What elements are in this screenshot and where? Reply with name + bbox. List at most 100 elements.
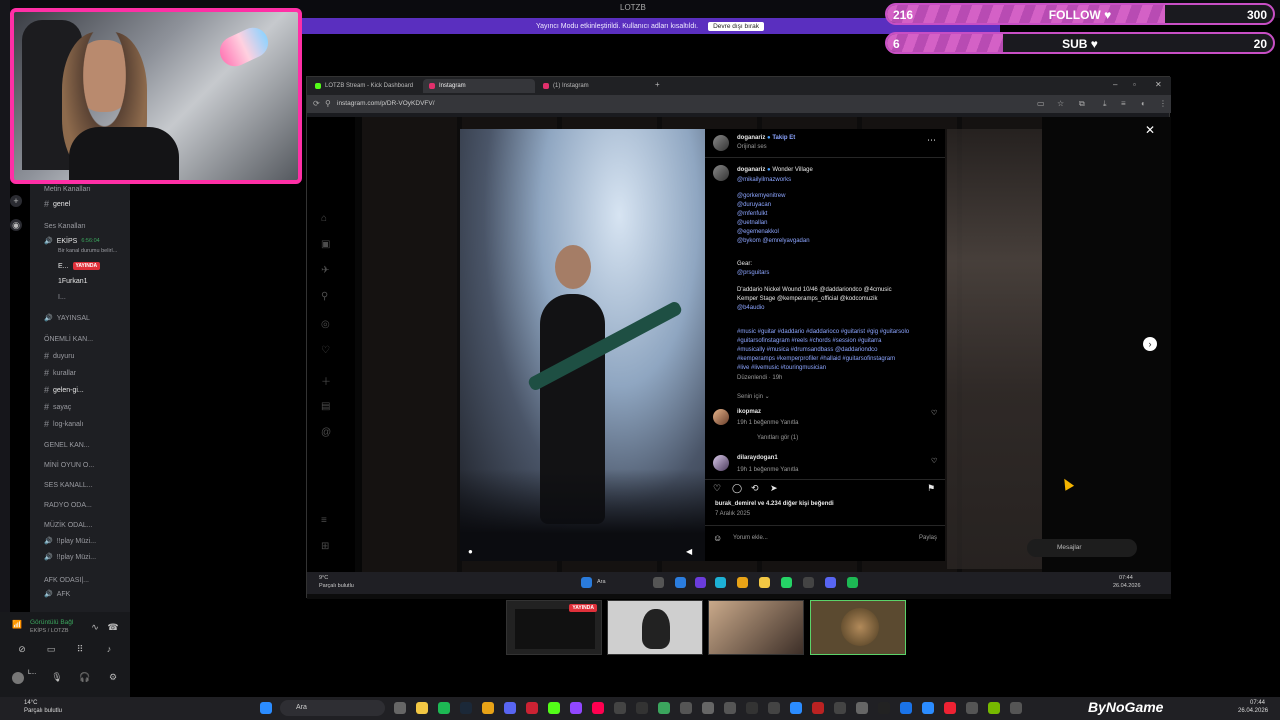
app-icon[interactable]	[636, 702, 648, 714]
caption-handle-1[interactable]: @mikailyilmazworks	[737, 177, 791, 183]
mute-icon[interactable]: ◀	[686, 547, 692, 556]
settings-icon[interactable]	[856, 702, 868, 714]
channel-log[interactable]: # log-kanalı	[44, 419, 83, 429]
location[interactable]: Wonder Village	[772, 167, 812, 173]
noise-icon[interactable]: ∿	[88, 620, 102, 634]
gear-line-4[interactable]: @b4audio	[737, 305, 764, 311]
comment-2-user[interactable]: dilaraydogan1	[737, 455, 778, 461]
voice-channels-category[interactable]: Ses Kanalları	[44, 223, 86, 230]
tab-instagram[interactable]: Instagram	[423, 79, 535, 93]
more-menu-icon[interactable]: ⋮	[1159, 99, 1167, 108]
spotify-icon[interactable]	[847, 577, 858, 588]
caption-handle-4[interactable]: @mfenfulkt	[737, 211, 767, 217]
stream-thumb-4[interactable]	[810, 600, 906, 655]
hashtags-2[interactable]: #guitarsofinstagram #reels #chords #sess…	[737, 338, 881, 344]
app-icon[interactable]	[944, 702, 956, 714]
activities-icon[interactable]: ⠿	[73, 642, 87, 656]
gear-line-1[interactable]: @prsguitars	[737, 270, 769, 276]
edge-icon[interactable]	[715, 577, 726, 588]
tab-instagram-2[interactable]: (1) Instagram	[537, 79, 649, 93]
channel-gelen[interactable]: # gelen-gi...	[44, 385, 84, 395]
app-icon[interactable]	[834, 702, 846, 714]
caption-handle-3[interactable]: @duruyacan	[737, 202, 771, 208]
more-options-icon[interactable]: ⋯	[927, 135, 936, 146]
category-radyo[interactable]: RADYO ODA...	[44, 502, 92, 509]
hashtags-1[interactable]: #music #guitar #daddario #daddarioco #gu…	[737, 329, 909, 335]
comment-like-icon[interactable]: ♡	[931, 409, 937, 417]
tagged-user-icon[interactable]: ●	[468, 547, 473, 556]
app-icon[interactable]	[790, 702, 802, 714]
task-view-icon[interactable]	[394, 702, 406, 714]
steam-icon[interactable]	[460, 702, 472, 714]
twitch-icon[interactable]	[570, 702, 582, 714]
follow-link[interactable]: Takip Et	[772, 135, 795, 141]
commenter-avatar[interactable]	[713, 409, 729, 425]
voice-channel-ekips[interactable]: 🔊 EKİPS 6:56:04	[44, 237, 100, 246]
app-icon[interactable]	[803, 577, 814, 588]
minimize-icon[interactable]: –	[1113, 80, 1117, 89]
sidebar-icon[interactable]: ≡	[1121, 99, 1126, 108]
app-icon[interactable]	[526, 702, 538, 714]
gear-icon[interactable]: ⚙	[106, 670, 120, 684]
kick-icon[interactable]	[548, 702, 560, 714]
start-icon[interactable]	[260, 702, 272, 714]
category-genel[interactable]: GENEL KAN...	[44, 442, 90, 449]
stream-thumb-3[interactable]	[708, 600, 804, 655]
original-sound[interactable]: Orijinal ses	[737, 144, 767, 150]
comment-like-icon[interactable]: ♡	[931, 457, 937, 465]
app-icon[interactable]	[966, 702, 978, 714]
chrome-icon[interactable]	[737, 577, 748, 588]
app-icon[interactable]	[658, 702, 670, 714]
maximize-icon[interactable]: ▫	[1133, 80, 1136, 89]
voice-member-1[interactable]: E... YAYINDA	[58, 262, 101, 270]
app-icon[interactable]	[680, 702, 692, 714]
nvidia-icon[interactable]	[988, 702, 1000, 714]
app-icon[interactable]	[695, 577, 706, 588]
widgets-icon[interactable]	[675, 577, 686, 588]
category-afk[interactable]: AFK ODASI|...	[44, 577, 89, 584]
disconnect-icon[interactable]: ☎	[106, 620, 120, 634]
caption-handle-7[interactable]: @bykom @emrelyavgadan	[737, 238, 810, 244]
whatsapp-icon[interactable]	[781, 577, 792, 588]
site-info-icon[interactable]: ⚲	[325, 99, 331, 108]
disable-streamer-mode-button[interactable]: Devre dışı bırak	[708, 21, 764, 31]
voice-member-3[interactable]: I...	[58, 294, 66, 301]
emoji-icon[interactable]: ☺	[713, 533, 722, 543]
reload-icon[interactable]: ⟳	[313, 99, 320, 108]
app-icon[interactable]	[922, 702, 934, 714]
author-name[interactable]: doganariz	[737, 135, 765, 141]
view-replies[interactable]: Yanıtları gör (1)	[757, 435, 798, 441]
channel-afk[interactable]: 🔊 AFK	[44, 590, 70, 599]
avatar[interactable]	[12, 672, 24, 684]
category-important[interactable]: ÖNEMLİ KAN...	[44, 336, 93, 343]
channel-duyuru[interactable]: # duyuru	[44, 351, 74, 361]
chrome-icon[interactable]	[482, 702, 494, 714]
profile-icon[interactable]: ◐	[1141, 99, 1146, 108]
caption-avatar[interactable]	[713, 165, 729, 181]
start-icon[interactable]	[581, 577, 592, 588]
close-window-icon[interactable]: ✕	[1155, 80, 1162, 89]
hashtags-4[interactable]: #kemperamps #kemperprofiler #hallaid #gu…	[737, 356, 895, 362]
headphones-icon[interactable]: 🎧	[78, 670, 92, 684]
taskbar-search[interactable]: Ara	[280, 700, 385, 716]
app-icon[interactable]	[900, 702, 912, 714]
task-view-icon[interactable]	[653, 577, 664, 588]
app-icon[interactable]	[878, 702, 890, 714]
save-icon[interactable]: ⚑	[927, 483, 935, 494]
folder-icon[interactable]	[416, 702, 428, 714]
app-icon[interactable]	[724, 702, 736, 714]
app-icon[interactable]	[702, 702, 714, 714]
channel-play-1[interactable]: 🔊 !!play Müzi...	[44, 537, 96, 546]
obs-icon[interactable]	[614, 702, 626, 714]
download-icon[interactable]: ⤓	[1103, 99, 1107, 109]
app-icon[interactable]	[812, 702, 824, 714]
comment-icon[interactable]: ◯	[732, 483, 742, 494]
voice-member-2[interactable]: 1Furkan1	[58, 278, 88, 285]
like-icon[interactable]: ♡	[713, 483, 721, 494]
text-channels-category[interactable]: Metin Kanalları	[44, 186, 91, 193]
likes-count[interactable]: burak_demirel ve 4.234 diğer kişi beğend…	[715, 501, 834, 507]
soundboard-icon[interactable]: ♪	[102, 642, 116, 656]
url-field[interactable]: instagram.com/p/DR-VOyKDVFV/	[337, 100, 435, 107]
channel-sayac[interactable]: # sayaç	[44, 402, 71, 412]
cast-icon[interactable]: ▭	[1037, 99, 1045, 108]
